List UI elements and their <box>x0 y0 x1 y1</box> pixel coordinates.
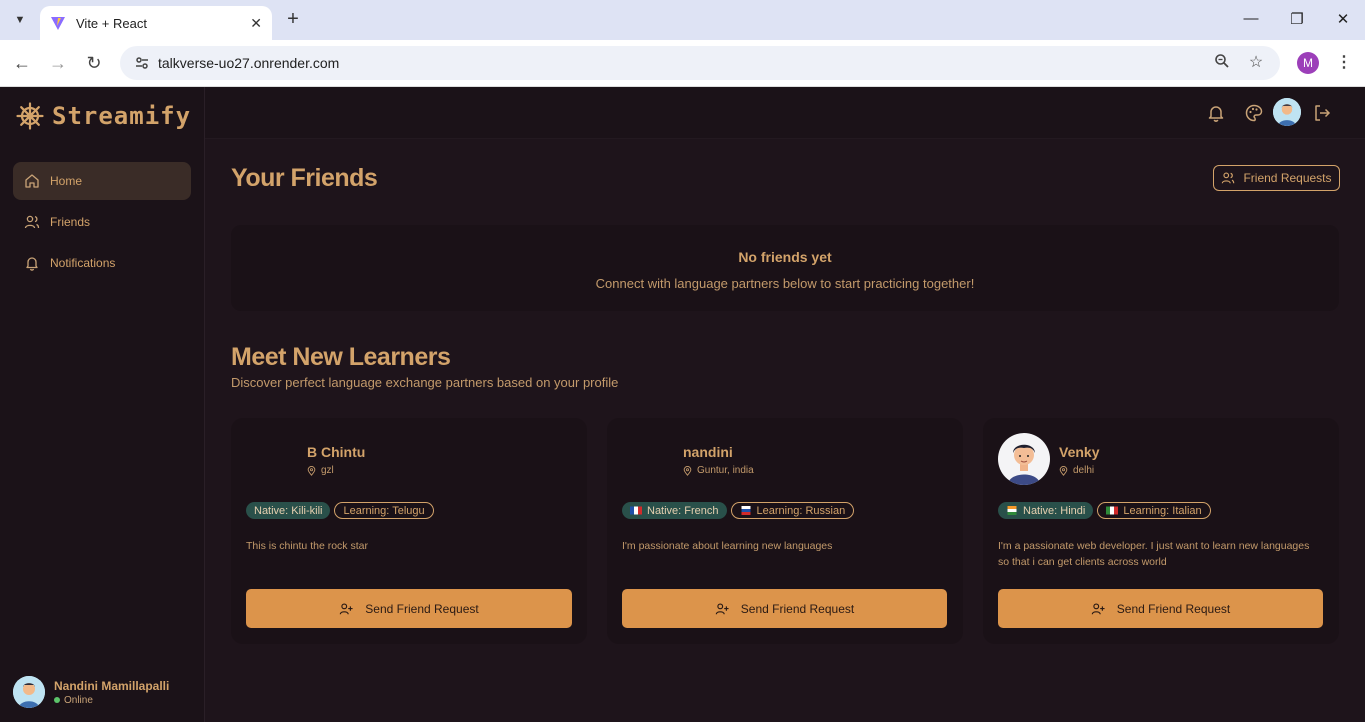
site-settings-icon[interactable] <box>134 55 150 71</box>
users-icon <box>24 215 40 229</box>
sidebar-item-notifications[interactable]: Notifications <box>13 244 191 282</box>
send-friend-request-button[interactable]: Send Friend Request <box>246 589 572 628</box>
learners-heading: Meet New Learners <box>231 343 451 371</box>
native-language-badge: Native: Kili-kili <box>246 502 331 519</box>
address-bar: ← → ↻ talkverse-uo27.onrender.com ☆ M ⋮ <box>0 40 1365 87</box>
friend-requests-label: Friend Requests <box>1243 171 1332 185</box>
app-logo[interactable]: Streamify <box>16 102 191 130</box>
button-label: Send Friend Request <box>365 601 479 616</box>
learner-location: gzl <box>307 465 334 476</box>
bookmark-star-icon[interactable]: ☆ <box>1246 53 1266 73</box>
friends-heading: Your Friends <box>231 164 378 192</box>
user-status: Online <box>54 695 169 706</box>
learner-card: Venky delhi Native: Hindi Learning: Ital… <box>983 418 1339 644</box>
header-avatar[interactable] <box>1273 98 1301 126</box>
flag-india-icon <box>1007 506 1017 515</box>
learner-name: B Chintu <box>307 444 366 460</box>
logo-text: Streamify <box>52 102 192 130</box>
learner-name: Venky <box>1059 444 1100 460</box>
avatar <box>622 433 674 485</box>
sidebar-item-label: Friends <box>50 215 91 229</box>
flag-italy-icon <box>1106 506 1119 515</box>
sidebar-item-label: Notifications <box>50 256 116 270</box>
online-dot-icon <box>54 697 60 703</box>
browser-profile-avatar[interactable]: M <box>1297 52 1319 74</box>
map-pin-icon <box>683 465 692 476</box>
reload-icon[interactable]: ↻ <box>83 52 105 74</box>
language-badges: Native: Kili-kili Learning: Telugu <box>246 502 434 519</box>
empty-subtitle: Connect with language partners below to … <box>595 276 975 291</box>
learning-language-badge: Learning: Russian <box>730 502 855 519</box>
send-friend-request-button[interactable]: Send Friend Request <box>998 589 1323 628</box>
learner-location: delhi <box>1059 465 1094 476</box>
sidebar-nav: Home Friends Notifications <box>13 162 191 285</box>
user-plus-icon <box>340 602 353 614</box>
sidebar-item-friends[interactable]: Friends <box>13 203 191 241</box>
notifications-bell-icon[interactable] <box>1206 103 1226 123</box>
learner-bio: I'm passionate about learning new langua… <box>622 540 833 552</box>
learner-card: nandini Guntur, india Native: French Lea… <box>607 418 963 644</box>
native-language-badge: Native: French <box>622 502 727 519</box>
flag-russia-icon <box>741 506 751 515</box>
ship-wheel-icon <box>16 102 44 130</box>
map-pin-icon <box>307 465 316 476</box>
vite-favicon-icon <box>51 17 65 30</box>
url-text: talkverse-uo27.onrender.com <box>158 55 340 71</box>
sidebar: Streamify Home Friends Notifications Nan… <box>0 87 205 722</box>
learner-bio: I'm a passionate web developer. I just w… <box>998 540 1310 568</box>
palette-icon[interactable] <box>1244 103 1264 123</box>
native-language-badge: Native: Hindi <box>998 502 1094 519</box>
avatar <box>246 433 298 485</box>
avatar <box>13 676 45 708</box>
friend-requests-button[interactable]: Friend Requests <box>1213 165 1340 191</box>
browser-tab[interactable]: Vite + React ✕ <box>40 6 272 40</box>
restore-icon[interactable]: ❐ <box>1287 10 1307 28</box>
forward-icon[interactable]: → <box>47 52 69 74</box>
language-badges: Native: Hindi Learning: Italian <box>998 502 1211 519</box>
avatar <box>998 433 1050 485</box>
language-badges: Native: French Learning: Russian <box>622 502 855 519</box>
omnibox[interactable]: talkverse-uo27.onrender.com ☆ <box>120 46 1280 80</box>
home-icon <box>25 174 39 188</box>
button-label: Send Friend Request <box>1116 601 1231 616</box>
user-plus-icon <box>715 602 729 614</box>
button-label: Send Friend Request <box>740 601 855 616</box>
tab-title: Vite + React <box>76 15 147 31</box>
learner-card: B Chintu gzl Native: Kili-kili Learning:… <box>231 418 587 644</box>
user-name: Nandini Mamillapalli <box>54 678 170 693</box>
flag-france-icon <box>630 506 642 515</box>
learners-subtitle: Discover perfect language exchange partn… <box>231 375 619 390</box>
minimize-icon[interactable]: — <box>1241 10 1261 27</box>
bell-icon <box>26 257 38 271</box>
users-icon <box>1222 172 1235 184</box>
tab-search-chevron-icon[interactable]: ▼ <box>8 8 32 32</box>
back-icon[interactable]: ← <box>11 52 33 74</box>
learner-location: Guntur, india <box>683 465 754 476</box>
map-pin-icon <box>1059 465 1068 476</box>
zoom-icon[interactable] <box>1212 53 1232 73</box>
main-content: Your Friends Friend Requests No friends … <box>205 139 1365 722</box>
close-window-icon[interactable]: ✕ <box>1333 10 1353 28</box>
browser-tabbar: ▼ Vite + React ✕ + — ❐ ✕ <box>0 0 1365 40</box>
no-friends-card: No friends yet Connect with language par… <box>231 225 1339 311</box>
user-plus-icon <box>1091 602 1105 614</box>
learning-language-badge: Learning: Italian <box>1097 502 1211 519</box>
logout-icon[interactable] <box>1312 103 1332 123</box>
new-tab-button[interactable]: + <box>282 9 304 31</box>
send-friend-request-button[interactable]: Send Friend Request <box>622 589 947 628</box>
learner-name: nandini <box>683 444 733 460</box>
sidebar-item-home[interactable]: Home <box>13 162 191 200</box>
app-header <box>205 87 1365 139</box>
sidebar-item-label: Home <box>50 174 83 188</box>
learner-bio: This is chintu the rock star <box>246 540 368 552</box>
empty-title: No friends yet <box>738 249 832 265</box>
current-user: Nandini Mamillapalli Online <box>13 676 169 708</box>
tab-close-icon[interactable]: ✕ <box>250 15 262 32</box>
browser-menu-icon[interactable]: ⋮ <box>1334 52 1354 74</box>
learning-language-badge: Learning: Telugu <box>334 502 434 519</box>
